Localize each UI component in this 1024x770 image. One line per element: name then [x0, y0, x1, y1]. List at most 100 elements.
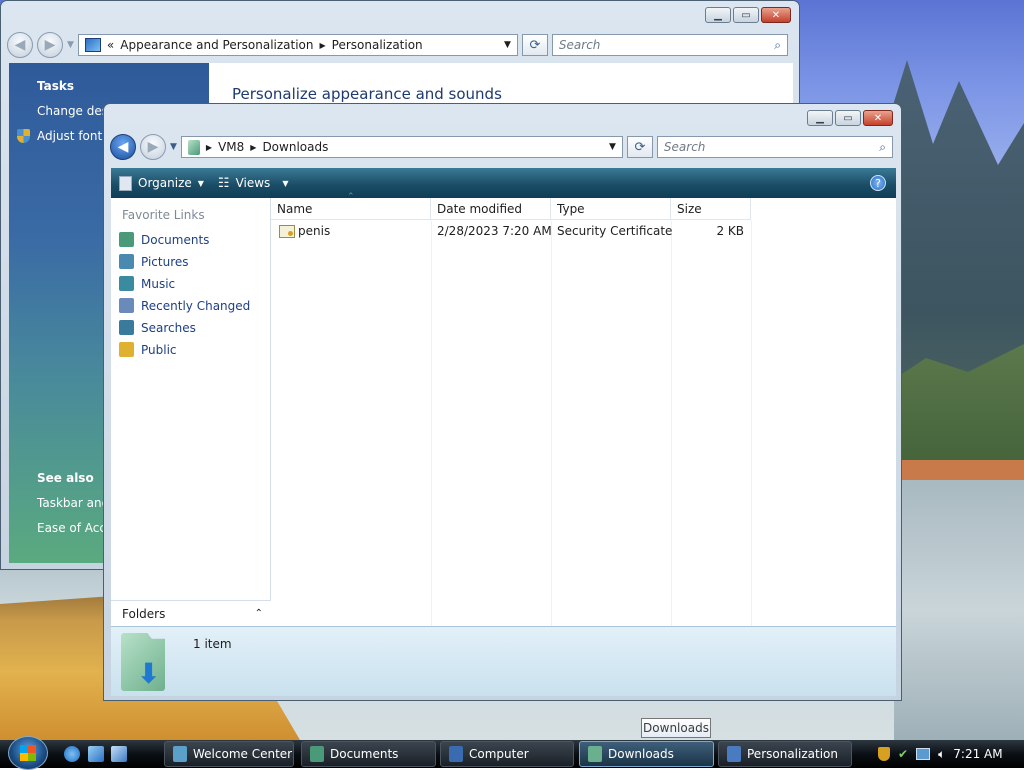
clock[interactable]: 7:21 AM: [953, 747, 1002, 761]
command-toolbar: Organize ▼ ☷ Views ▼ ?: [111, 168, 896, 198]
wallpaper-water: [894, 480, 1024, 740]
file-name-cell[interactable]: penis: [279, 224, 330, 238]
taskbar-item-label: Welcome Center: [193, 747, 293, 761]
taskbar-item-welcome-center[interactable]: Welcome Center: [164, 741, 294, 767]
breadcrumb-separator-icon: ▶: [319, 40, 326, 50]
switch-windows-icon[interactable]: [111, 746, 127, 762]
see-also-ease-of-access[interactable]: Ease of Acce: [37, 521, 113, 535]
favorite-link-music[interactable]: Music: [119, 276, 175, 291]
window-controls: ▁ ▭ ✕: [705, 7, 791, 23]
search-icon[interactable]: ⌕: [879, 140, 886, 155]
favorite-link-label: Music: [141, 276, 176, 291]
address-bar[interactable]: « Appearance and Personalization ▶ Perso…: [77, 34, 518, 56]
organize-label: Organize: [138, 176, 192, 190]
minimize-button[interactable]: ▁: [807, 110, 833, 126]
column-header-size[interactable]: Size: [671, 198, 751, 220]
page-title: Personalize appearance and sounds: [232, 85, 502, 103]
address-dropdown-icon[interactable]: ▼: [609, 142, 616, 152]
taskbar-item-label: Documents: [330, 747, 399, 761]
close-button[interactable]: ✕: [863, 110, 893, 126]
computer-icon: [449, 746, 463, 762]
network-icon[interactable]: [916, 748, 931, 760]
control-panel-icon: [84, 38, 101, 52]
file-list: Name ⌃ Date modified Type Size penis 2/2…: [271, 192, 896, 626]
breadcrumb-back[interactable]: «: [107, 38, 114, 52]
certificate-icon: [279, 224, 295, 238]
volume-icon[interactable]: 🔈︎: [938, 747, 945, 762]
taskbar-item-computer[interactable]: Computer: [440, 741, 574, 767]
see-also-taskbar[interactable]: Taskbar and: [37, 496, 109, 510]
file-size: 2 KB: [716, 224, 744, 238]
column-header-date-modified[interactable]: Date modified: [431, 198, 551, 220]
maximize-button[interactable]: ▭: [835, 110, 861, 126]
search-icon[interactable]: ⌕: [774, 38, 781, 53]
welcome-center-icon: [173, 746, 187, 762]
back-button[interactable]: ◀: [110, 134, 136, 160]
navigation-bar: ◀ ▶ ▼ ▶ VM8 ▶ Downloads ▼ ⟳ Search ⌕: [110, 134, 895, 160]
taskbar-item-downloads[interactable]: Downloads: [579, 741, 714, 767]
views-icon: ☷: [217, 175, 230, 191]
recently-changed-icon: [119, 298, 134, 313]
back-button[interactable]: ◀: [7, 32, 33, 58]
task-adjust-font[interactable]: Adjust font s: [37, 129, 112, 143]
file-type: Security Certificate: [557, 224, 673, 238]
minimize-button[interactable]: ▁: [705, 7, 731, 23]
windows-logo-icon: [20, 745, 36, 761]
column-label: Date modified: [437, 201, 523, 216]
views-button[interactable]: ☷ Views ▼: [218, 176, 289, 191]
recent-pages-icon[interactable]: ▼: [170, 142, 177, 152]
search-input[interactable]: Search ⌕: [551, 34, 788, 56]
breadcrumb-vm8[interactable]: VM8: [218, 140, 244, 154]
column-header-name[interactable]: Name ⌃: [271, 192, 431, 220]
refresh-button[interactable]: ⟳: [521, 34, 548, 56]
folders-toggle[interactable]: Folders ⌃: [111, 600, 271, 626]
column-header-type[interactable]: Type: [551, 198, 671, 220]
breadcrumb-separator-icon: ▶: [205, 142, 213, 152]
public-folder-icon: [119, 342, 134, 357]
security-shield-icon[interactable]: [878, 747, 890, 761]
taskbar-item-personalization[interactable]: Personalization: [718, 741, 852, 767]
address-dropdown-icon[interactable]: ▼: [504, 40, 511, 50]
maximize-button[interactable]: ▭: [733, 7, 759, 23]
search-placeholder: Search: [558, 38, 601, 52]
favorite-link-documents[interactable]: Documents: [119, 232, 209, 247]
organize-icon: [119, 175, 132, 191]
forward-button[interactable]: ▶: [37, 32, 63, 58]
folders-label: Folders: [122, 606, 166, 621]
show-desktop-icon[interactable]: [88, 746, 104, 762]
chevron-down-icon: ▼: [282, 178, 289, 188]
search-input[interactable]: Search ⌕: [656, 136, 893, 158]
update-check-icon[interactable]: ✔: [898, 747, 908, 761]
favorite-link-public[interactable]: Public: [119, 342, 177, 357]
file-name: penis: [298, 224, 331, 238]
favorite-link-label: Recently Changed: [141, 298, 251, 313]
refresh-button[interactable]: ⟳: [626, 136, 653, 158]
internet-explorer-icon[interactable]: [64, 746, 80, 762]
download-arrow-icon: ⬇: [137, 657, 161, 690]
chevron-down-icon: ▼: [197, 178, 204, 188]
help-icon[interactable]: ?: [870, 175, 886, 191]
taskbar-item-label: Downloads: [608, 747, 674, 761]
organize-button[interactable]: Organize ▼: [119, 175, 204, 191]
search-placeholder: Search: [663, 140, 706, 154]
favorite-link-recently-changed[interactable]: Recently Changed: [119, 298, 250, 313]
favorite-link-searches[interactable]: Searches: [119, 320, 196, 335]
taskbar-item-documents[interactable]: Documents: [301, 741, 436, 767]
start-button[interactable]: [8, 736, 48, 770]
breadcrumb-downloads[interactable]: Downloads: [262, 140, 328, 154]
explorer-window[interactable]: ▁ ▭ ✕ ◀ ▶ ▼ ▶ VM8 ▶ Downloads ▼ ⟳ Search…: [103, 103, 902, 701]
recent-pages-icon[interactable]: ▼: [67, 40, 74, 50]
breadcrumb-personalization[interactable]: Personalization: [332, 38, 423, 52]
favorite-link-label: Pictures: [141, 254, 189, 269]
forward-button[interactable]: ▶: [140, 134, 166, 160]
column-label: Size: [677, 201, 702, 216]
breadcrumb-appearance[interactable]: Appearance and Personalization: [120, 38, 313, 52]
file-date-modified: 2/28/2023 7:20 AM: [437, 224, 552, 238]
address-bar[interactable]: ▶ VM8 ▶ Downloads ▼: [180, 136, 623, 158]
see-also-header: See also: [37, 471, 94, 485]
favorite-link-label: Documents: [141, 232, 210, 247]
column-label: Type: [557, 201, 585, 216]
favorite-links-header: Favorite Links: [122, 208, 205, 222]
close-button[interactable]: ✕: [761, 7, 791, 23]
favorite-link-pictures[interactable]: Pictures: [119, 254, 189, 269]
